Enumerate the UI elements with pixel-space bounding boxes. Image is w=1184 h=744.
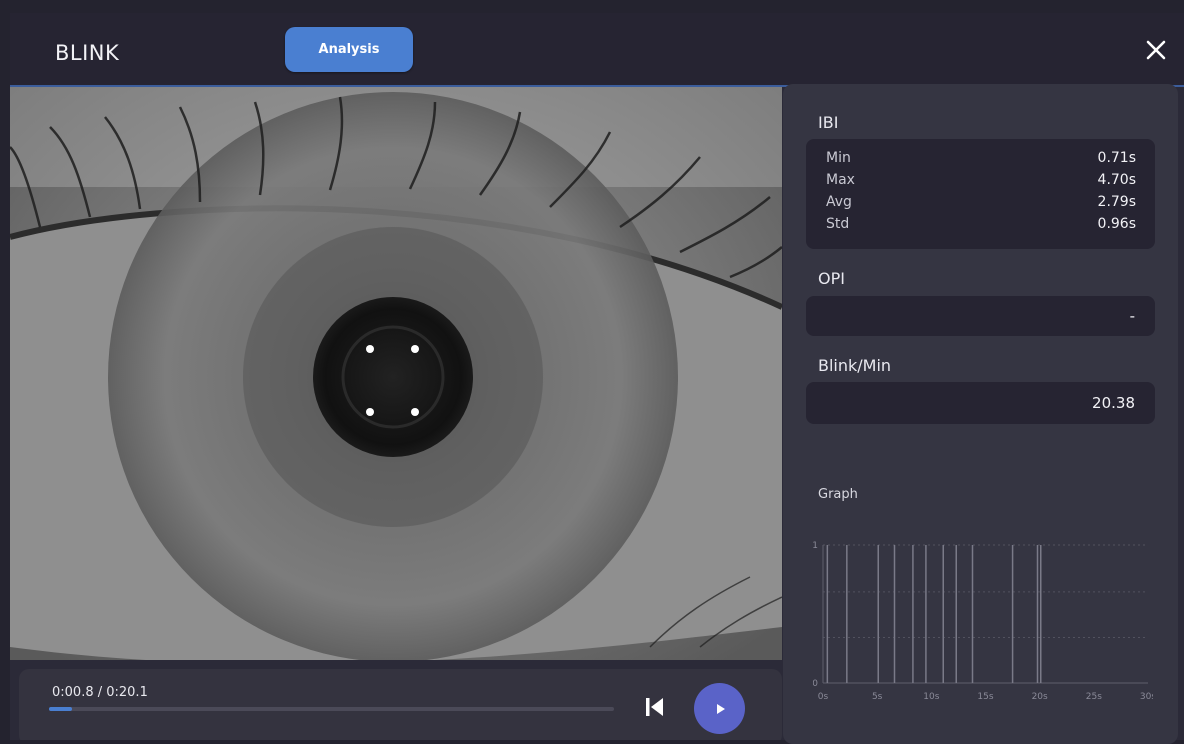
ibi-title: IBI bbox=[818, 113, 839, 132]
ibi-label: Std bbox=[826, 216, 850, 232]
tab-analysis[interactable]: Analysis bbox=[285, 27, 413, 72]
app-title: BLINK bbox=[55, 41, 120, 65]
progress-bar[interactable] bbox=[49, 707, 614, 711]
ibi-box: Min 0.71s Max 4.70s Avg 2.79s Std 0.96s bbox=[806, 139, 1155, 249]
blink-per-min-title: Blink/Min bbox=[818, 356, 892, 375]
blink-graph: 010s5s10s15s20s25s30s bbox=[813, 541, 1153, 702]
skip-back-icon bbox=[646, 698, 663, 716]
y-tick-label: 0 bbox=[813, 679, 818, 689]
ibi-label: Avg bbox=[826, 194, 852, 210]
x-tick-label: 5s bbox=[872, 692, 883, 702]
ibi-label: Max bbox=[826, 172, 855, 188]
ibi-value: 2.79s bbox=[1097, 194, 1136, 210]
play-icon bbox=[716, 703, 725, 714]
top-bar: BLINK Analysis bbox=[10, 13, 1184, 85]
skip-back-button[interactable] bbox=[644, 695, 666, 719]
blink-per-min-value: 20.38 bbox=[1092, 394, 1135, 412]
blink-per-min-box: 20.38 bbox=[806, 382, 1155, 424]
opi-box: - bbox=[806, 296, 1155, 336]
ibi-label: Min bbox=[826, 150, 851, 166]
graph-title: Graph bbox=[818, 487, 858, 502]
close-icon bbox=[1146, 40, 1166, 60]
x-tick-label: 25s bbox=[1086, 692, 1102, 702]
video-frame[interactable] bbox=[10, 87, 782, 660]
ibi-value: 4.70s bbox=[1097, 172, 1136, 188]
y-tick-label: 1 bbox=[813, 541, 818, 551]
close-button[interactable] bbox=[1143, 37, 1171, 65]
progress-fill bbox=[49, 707, 72, 711]
x-tick-label: 15s bbox=[977, 692, 993, 702]
opi-value: - bbox=[1129, 307, 1135, 325]
opi-title: OPI bbox=[818, 269, 845, 288]
ibi-value: 0.96s bbox=[1097, 216, 1136, 232]
stats-panel: IBI Min 0.71s Max 4.70s Avg 2.79s Std 0.… bbox=[783, 84, 1178, 744]
player-controls: 0:00.8 / 0:20.1 bbox=[19, 669, 782, 740]
ibi-value: 0.71s bbox=[1097, 150, 1136, 166]
x-tick-label: 20s bbox=[1032, 692, 1048, 702]
x-tick-label: 10s bbox=[923, 692, 939, 702]
eye-video-image bbox=[10, 87, 782, 660]
x-tick-label: 0s bbox=[818, 692, 829, 702]
time-label: 0:00.8 / 0:20.1 bbox=[52, 685, 148, 700]
x-tick-label: 30s bbox=[1140, 692, 1153, 702]
play-button[interactable] bbox=[694, 683, 745, 734]
